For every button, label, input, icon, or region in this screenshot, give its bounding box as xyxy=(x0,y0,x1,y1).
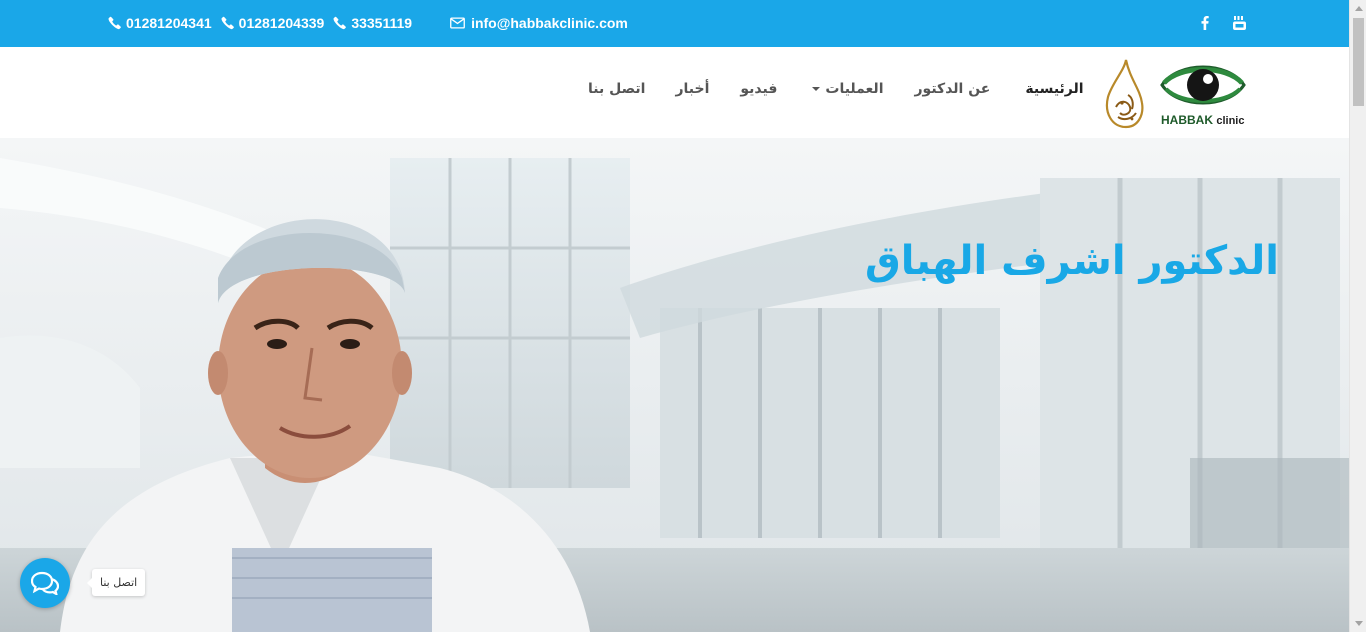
facebook-link[interactable] xyxy=(1197,15,1213,31)
nav-label: فيديو xyxy=(740,81,778,97)
logo-suffix: clinic xyxy=(1216,115,1245,127)
email-address: info@habbakclinic.com xyxy=(471,15,628,31)
phone-number: 01281204341 xyxy=(126,15,212,31)
top-contact-bar: 01281204341 01281204339 33351119 info@ha… xyxy=(0,0,1349,47)
email-contact[interactable]: info@habbakclinic.com xyxy=(450,15,628,31)
nav-label: أخبار xyxy=(675,81,710,97)
logo-brand: HABBAK xyxy=(1161,113,1213,127)
arrow-down-icon xyxy=(1354,621,1363,626)
contact-info: 01281204341 01281204339 33351119 info@ha… xyxy=(108,15,628,31)
main-navigation: الرئيسية عن الدكتور العمليات فيديو أخبار… xyxy=(588,81,1084,97)
nav-item-news[interactable]: أخبار xyxy=(675,81,709,97)
nav-label: الرئيسية xyxy=(1025,81,1084,97)
hero-title: الدكتور اشرف الهباق xyxy=(864,238,1279,284)
logo-wordmark: HABBAK clinic xyxy=(1161,113,1244,127)
facebook-icon xyxy=(1201,16,1209,30)
nav-label: عن الدكتور xyxy=(914,81,991,97)
phone-contact-2[interactable]: 01281204339 xyxy=(221,15,325,31)
arrow-up-icon xyxy=(1354,6,1363,11)
youtube-icon xyxy=(1232,16,1246,30)
phone-contact-3[interactable]: 33351119 xyxy=(333,15,412,31)
site-logo[interactable]: HABBAK clinic xyxy=(1102,59,1247,131)
nav-item-operations[interactable]: العمليات xyxy=(812,81,884,97)
caret-down-icon xyxy=(812,87,821,91)
nav-item-contact[interactable]: اتصل بنا xyxy=(588,81,645,97)
calligraphy-drop-logo xyxy=(1105,59,1144,129)
nav-label: اتصل بنا xyxy=(588,81,646,97)
phone-icon xyxy=(333,16,347,30)
phone-contact-1[interactable]: 01281204341 xyxy=(108,15,212,31)
nav-item-video[interactable]: فيديو xyxy=(740,81,777,97)
nav-label: العمليات xyxy=(825,81,884,97)
phone-number: 33351119 xyxy=(351,15,413,31)
chat-bubbles-icon xyxy=(31,571,59,595)
envelope-icon xyxy=(450,17,465,29)
nav-item-about-doctor[interactable]: عن الدكتور xyxy=(915,81,991,97)
hospital-background-image xyxy=(0,138,1349,632)
social-links xyxy=(1197,15,1265,31)
eye-logo-icon xyxy=(1160,65,1246,105)
chat-widget-button[interactable] xyxy=(20,558,70,608)
main-header: الرئيسية عن الدكتور العمليات فيديو أخبار… xyxy=(0,47,1349,138)
youtube-link[interactable] xyxy=(1231,15,1247,31)
page-scrollbar[interactable] xyxy=(1349,0,1366,632)
scroll-up-arrow[interactable] xyxy=(1350,0,1366,17)
scroll-down-arrow[interactable] xyxy=(1350,615,1366,632)
nav-item-home[interactable]: الرئيسية xyxy=(1025,81,1083,97)
scroll-thumb[interactable] xyxy=(1353,18,1364,106)
chat-tooltip: اتصل بنا xyxy=(86,569,146,596)
hero-banner: الدكتور اشرف الهباق xyxy=(0,138,1349,632)
phone-icon xyxy=(108,16,121,30)
phone-number: 01281204339 xyxy=(238,15,325,31)
phone-icon xyxy=(221,16,234,30)
